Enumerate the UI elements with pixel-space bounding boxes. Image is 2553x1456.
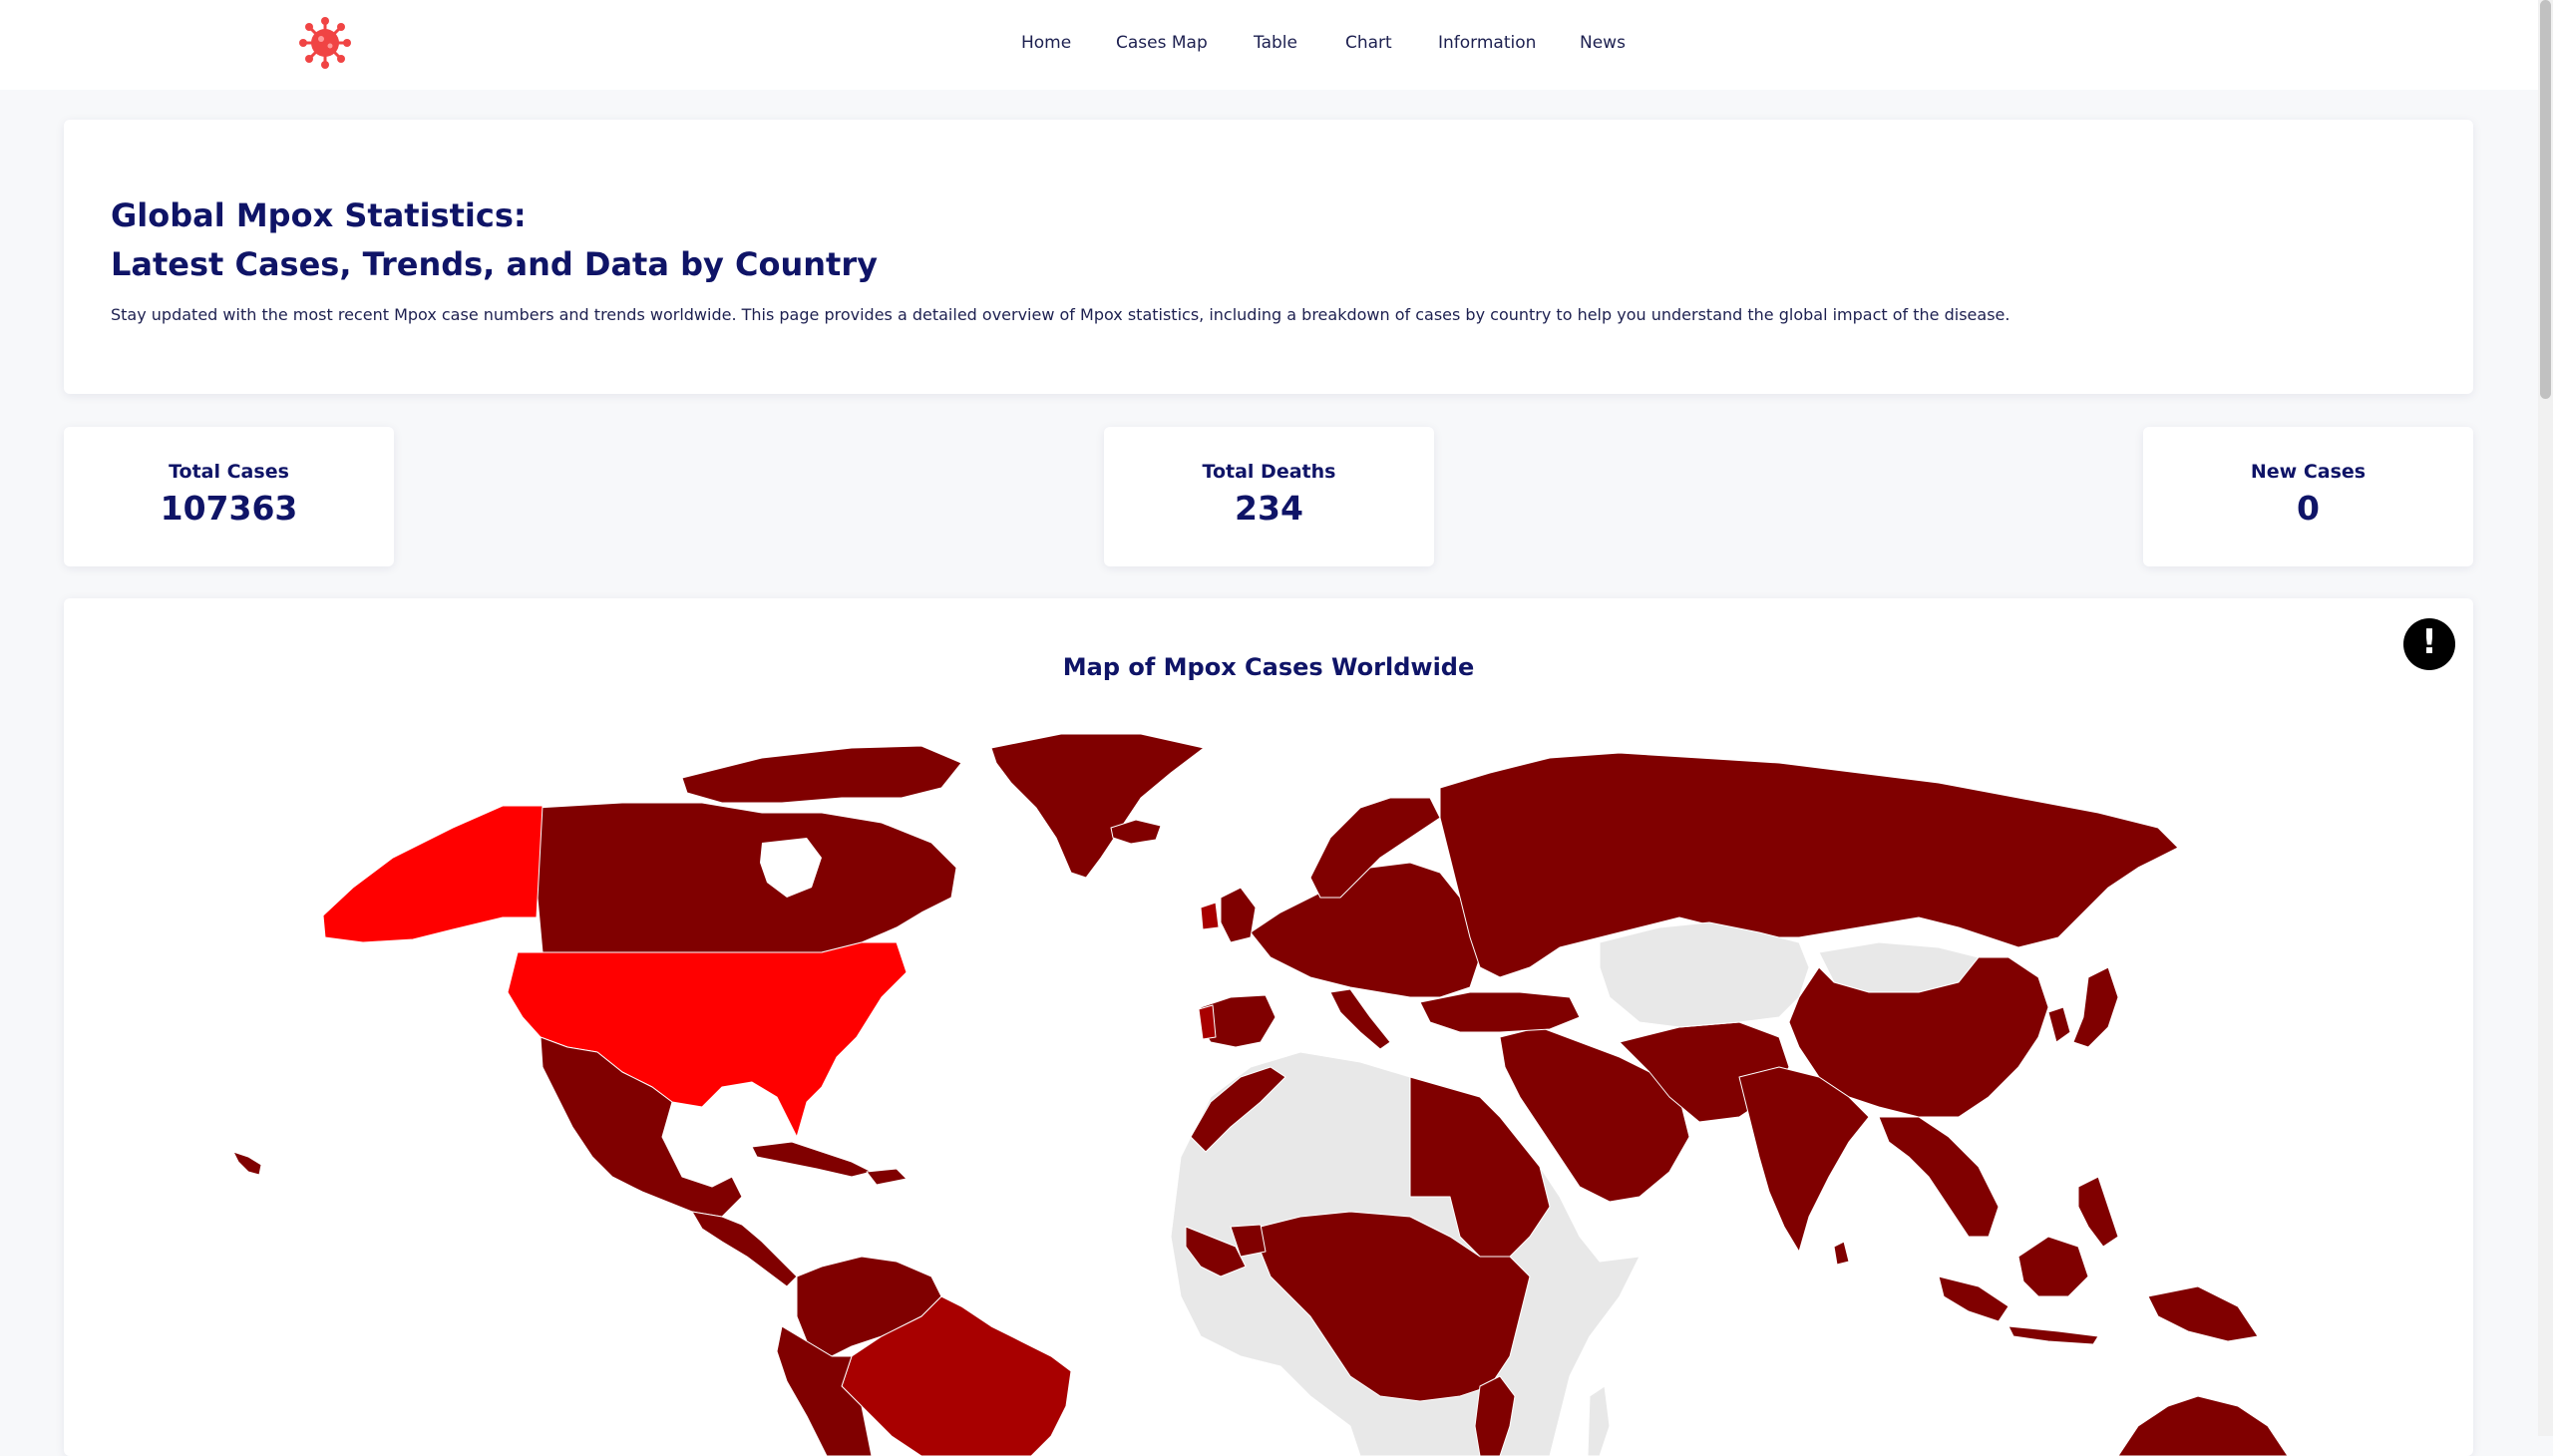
map-region-arctic-islands[interactable] bbox=[681, 745, 962, 804]
map-region-caribbean[interactable] bbox=[751, 1141, 873, 1178]
map-card: Map of Mpox Cases Worldwide ! bbox=[64, 598, 2473, 1456]
map-region-borneo[interactable] bbox=[2017, 1236, 2089, 1297]
map-region-korea[interactable] bbox=[2047, 1006, 2071, 1043]
map-region-uk[interactable] bbox=[1220, 887, 1257, 943]
nav-cases-map[interactable]: Cases Map bbox=[1116, 33, 1208, 53]
total-cases-label: Total Cases bbox=[169, 461, 289, 483]
map-region-alaska[interactable] bbox=[322, 805, 544, 943]
total-cases-value: 107363 bbox=[160, 489, 298, 528]
new-cases-value: 0 bbox=[2297, 489, 2320, 528]
map-region-ireland[interactable] bbox=[1200, 902, 1220, 930]
new-cases-card: New Cases 0 bbox=[2143, 427, 2473, 566]
map-region-java[interactable] bbox=[2007, 1325, 2099, 1345]
nav-table[interactable]: Table bbox=[1254, 33, 1297, 53]
map-region-australia[interactable] bbox=[2117, 1395, 2289, 1456]
map-region-sri-lanka[interactable] bbox=[1833, 1241, 1850, 1266]
world-map[interactable] bbox=[64, 598, 2473, 1456]
map-region-russia[interactable] bbox=[1439, 752, 2179, 978]
page-title: Global Mpox Statistics: Latest Cases, Tr… bbox=[111, 191, 878, 289]
total-cases-card: Total Cases 107363 bbox=[64, 427, 394, 566]
map-region-turkey[interactable] bbox=[1419, 991, 1581, 1033]
map-region-portugal[interactable] bbox=[1198, 1004, 1217, 1040]
page-title-line2: Latest Cases, Trends, and Data by Countr… bbox=[111, 245, 878, 283]
intro-card: Global Mpox Statistics: Latest Cases, Tr… bbox=[64, 120, 2473, 394]
page-scrollbar[interactable] bbox=[2538, 0, 2553, 1436]
intro-description: Stay updated with the most recent Mpox c… bbox=[111, 305, 2010, 324]
total-deaths-label: Total Deaths bbox=[1202, 461, 1336, 483]
map-region-europe[interactable] bbox=[1250, 862, 1481, 998]
nav-information[interactable]: Information bbox=[1438, 33, 1536, 53]
nav-chart[interactable]: Chart bbox=[1345, 33, 1392, 53]
map-region-indonesia[interactable] bbox=[1938, 1275, 2009, 1322]
map-region-canada[interactable] bbox=[536, 802, 957, 953]
map-region-philippines[interactable] bbox=[2077, 1176, 2119, 1248]
nav-links: Home Cases Map Table Chart Information N… bbox=[0, 0, 2538, 90]
map-region-new-guinea[interactable] bbox=[2147, 1285, 2259, 1342]
map-region-hispaniola[interactable] bbox=[866, 1168, 908, 1186]
new-cases-label: New Cases bbox=[2250, 461, 2367, 483]
map-region-italy[interactable] bbox=[1329, 988, 1391, 1050]
total-deaths-value: 234 bbox=[1235, 489, 1303, 528]
map-region-japan[interactable] bbox=[2072, 966, 2119, 1048]
nav-news[interactable]: News bbox=[1580, 33, 1626, 53]
nav-home[interactable]: Home bbox=[1021, 33, 1071, 53]
map-region-madagascar[interactable] bbox=[1587, 1385, 1611, 1456]
map-region-hawaii[interactable] bbox=[232, 1151, 262, 1176]
page-title-line1: Global Mpox Statistics: bbox=[111, 196, 527, 234]
map-region-greenland[interactable] bbox=[990, 733, 1205, 879]
top-navbar: Home Cases Map Table Chart Information N… bbox=[0, 0, 2538, 90]
scrollbar-thumb[interactable] bbox=[2540, 0, 2551, 399]
map-region-central-asia[interactable] bbox=[1599, 921, 1810, 1028]
map-region-southeast-asia[interactable] bbox=[1878, 1116, 2000, 1238]
map-region-central-america[interactable] bbox=[691, 1211, 798, 1287]
total-deaths-card: Total Deaths 234 bbox=[1104, 427, 1434, 566]
